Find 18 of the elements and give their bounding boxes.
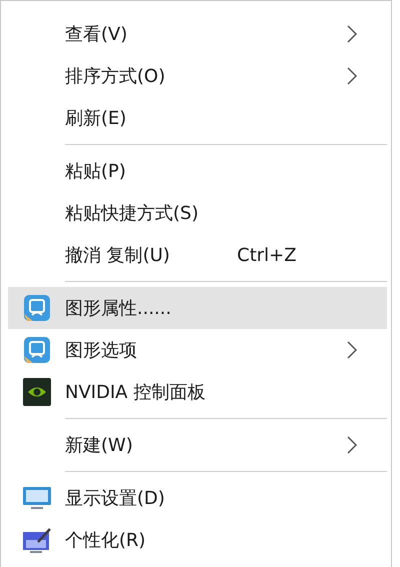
- graphics-app-icon: [22, 294, 50, 322]
- menu-item[interactable]: 刷新(E): [8, 97, 387, 139]
- menu-item[interactable]: 撤消 复制(U) Ctrl+Z: [8, 234, 387, 276]
- shortcut-text: Ctrl+Z: [237, 244, 298, 266]
- paint-screen-icon: [22, 526, 52, 554]
- graphics-app-icon: [22, 336, 50, 364]
- menu-item[interactable]: 个性化(R): [8, 519, 387, 561]
- menu-item[interactable]: 粘贴(P): [8, 150, 387, 192]
- menu-item[interactable]: NVIDIA 控制面板: [8, 371, 387, 413]
- menu-item[interactable]: 查看(V): [8, 13, 387, 55]
- menu-item[interactable]: 排序方式(O): [8, 55, 387, 97]
- monitor-icon: [22, 485, 52, 511]
- menu-item[interactable]: 显示设置(D): [8, 477, 387, 519]
- menu-item[interactable]: 新建(W): [8, 424, 387, 466]
- menu-item[interactable]: 图形选项: [8, 329, 387, 371]
- nvidia-eye-icon: [22, 378, 50, 406]
- menu-item[interactable]: 粘贴快捷方式(S): [8, 192, 387, 234]
- menu-item[interactable]: 图形属性......: [8, 287, 387, 329]
